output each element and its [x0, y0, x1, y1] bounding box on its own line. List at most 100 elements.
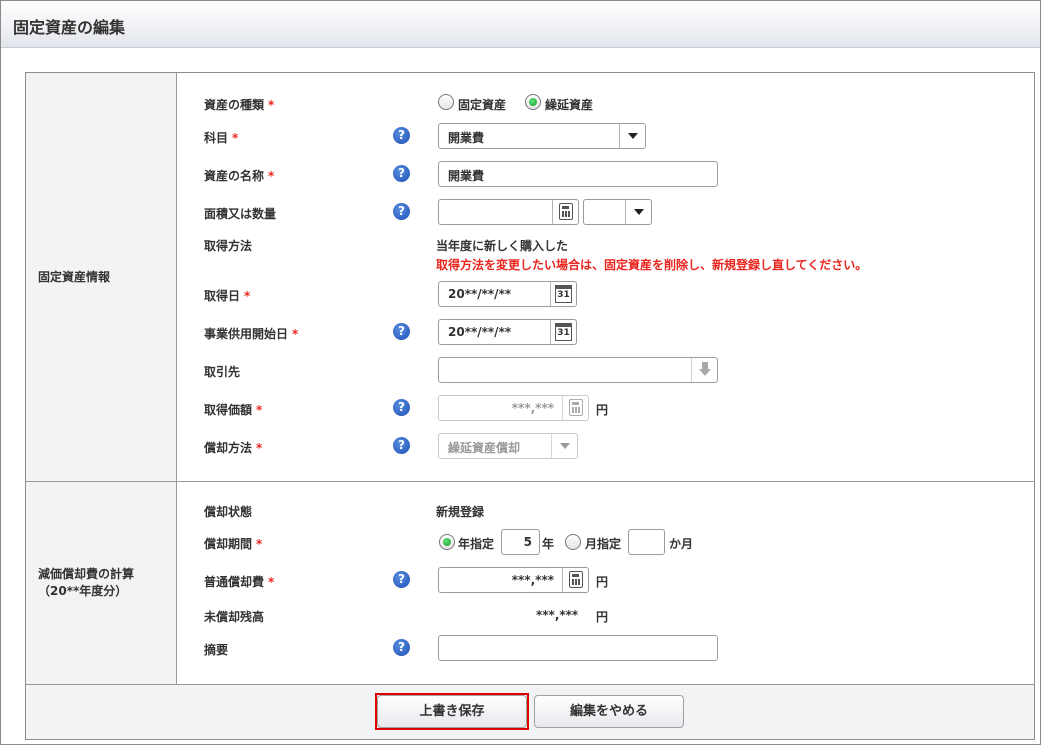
depreciation-method-select[interactable]: 繰延資産償却	[438, 433, 578, 459]
service-start-date-label: 事業供用開始日 *	[204, 327, 299, 341]
depreciation-method-dropdown-button[interactable]	[551, 434, 577, 458]
chevron-down-icon	[634, 209, 644, 215]
depreciation-section-label-line2: （20**年度分）	[38, 584, 128, 598]
acquisition-method-label: 取得方法	[204, 239, 253, 253]
radio-fixed-asset[interactable]	[438, 94, 454, 110]
years-input-value: 5	[523, 535, 532, 549]
section-divider	[26, 481, 1034, 482]
required-mark: *	[244, 289, 251, 303]
years-unit: 年	[542, 537, 555, 551]
depreciation-status-label: 償却状態	[204, 505, 253, 519]
acquisition-date-value: 20**/**/**	[448, 287, 512, 301]
supplier-label: 取引先	[204, 365, 241, 379]
acquisition-price-unit: 円	[596, 403, 609, 417]
service-start-date-calendar-button[interactable]: 31	[550, 320, 576, 344]
undepreciated-balance-label: 未償却残高	[204, 610, 265, 624]
calculator-icon	[559, 203, 573, 220]
save-button[interactable]: 上書き保存	[377, 695, 527, 728]
required-mark: *	[292, 327, 299, 341]
radio-fixed-asset-label[interactable]: 固定資産	[458, 96, 506, 113]
asset-name-input-value: 開業費	[448, 169, 485, 183]
summary-help-icon[interactable]: ?	[393, 639, 410, 656]
depreciation-status-value: 新規登録	[436, 505, 485, 519]
chevron-down-icon	[560, 443, 570, 449]
depreciation-method-label: 償却方法 *	[204, 441, 263, 455]
required-mark: *	[268, 98, 275, 112]
years-input[interactable]: 5	[501, 529, 540, 555]
undepreciated-balance-unit: 円	[596, 610, 609, 624]
depreciation-method-help-icon[interactable]: ?	[393, 437, 410, 454]
ordinary-depreciation-value: ***,***	[511, 573, 554, 587]
acquisition-date-calendar-button[interactable]: 31	[550, 282, 576, 306]
asset-name-label: 資産の名称 *	[204, 169, 275, 183]
calculator-icon	[569, 571, 583, 588]
button-area: 上書き保存 編集をやめる	[26, 685, 1034, 739]
acquisition-price-input[interactable]: ***,***	[438, 395, 589, 421]
cancel-edit-button[interactable]: 編集をやめる	[534, 695, 684, 728]
area-quantity-input[interactable]	[438, 199, 579, 225]
account-select-value: 開業費	[448, 131, 485, 145]
required-mark: *	[256, 403, 263, 417]
radio-deferred-asset-label[interactable]: 繰延資産	[545, 96, 593, 113]
calendar-icon: 31	[555, 323, 572, 341]
depreciation-method-value: 繰延資産償却	[448, 441, 521, 455]
asset-info-section-label: 固定資産情報	[38, 270, 111, 284]
acquisition-date-input[interactable]: 20**/**/** 31	[438, 281, 577, 307]
supplier-select-button[interactable]	[691, 358, 717, 382]
depreciation-period-label: 償却期間 *	[204, 537, 263, 551]
acquisition-price-calculator-button[interactable]	[562, 396, 588, 420]
service-start-date-input[interactable]: 20**/**/** 31	[438, 319, 577, 345]
service-start-date-help-icon[interactable]: ?	[393, 323, 410, 340]
ordinary-depreciation-help-icon[interactable]: ?	[393, 571, 410, 588]
title-bar: 固定資産の編集	[1, 1, 1040, 48]
depreciation-section-label: 減価償却費の計算 （20**年度分）	[38, 566, 134, 600]
undepreciated-balance-value: ***,***	[536, 608, 579, 622]
radio-month-specified-label[interactable]: 月指定	[585, 535, 621, 552]
calculator-icon	[569, 399, 583, 416]
radio-deferred-asset[interactable]	[525, 94, 541, 110]
acquisition-price-value: ***,***	[511, 401, 554, 415]
summary-label: 摘要	[204, 643, 229, 657]
depreciation-section-label-line1: 減価償却費の計算	[38, 567, 135, 581]
ordinary-depreciation-label: 普通償却費 *	[204, 575, 275, 589]
area-quantity-calculator-button[interactable]	[552, 200, 578, 224]
account-dropdown-button[interactable]	[619, 124, 645, 148]
asset-type-label: 資産の種類 *	[204, 98, 275, 112]
summary-input[interactable]	[438, 635, 718, 661]
ordinary-depreciation-calculator-button[interactable]	[562, 568, 588, 592]
depreciation-section-cell: 減価償却費の計算 （20**年度分）	[26, 482, 177, 684]
acquisition-method-value: 当年度に新しく購入した	[436, 239, 569, 253]
acquisition-date-label: 取得日 *	[204, 289, 251, 303]
asset-name-help-icon[interactable]: ?	[393, 165, 410, 182]
radio-month-specified[interactable]	[565, 534, 581, 550]
area-quantity-label: 面積又は数量	[204, 207, 277, 221]
ordinary-depreciation-input[interactable]: ***,***	[438, 567, 589, 593]
page-title: 固定資産の編集	[13, 18, 126, 37]
acquisition-method-warning: 取得方法を変更したい場合は、固定資産を削除し、新規登録し直してください。	[436, 258, 868, 272]
account-label: 科目 *	[204, 131, 239, 145]
required-mark: *	[256, 441, 263, 455]
calendar-icon: 31	[555, 285, 572, 303]
months-unit: か月	[669, 537, 694, 551]
account-select[interactable]: 開業費	[438, 123, 646, 149]
asset-info-section-cell: 固定資産情報	[26, 73, 177, 481]
months-input[interactable]	[628, 529, 665, 555]
required-mark: *	[268, 575, 275, 589]
account-help-icon[interactable]: ?	[393, 127, 410, 144]
supplier-input[interactable]	[438, 357, 718, 383]
acquisition-price-help-icon[interactable]: ?	[393, 399, 410, 416]
radio-year-specified[interactable]	[439, 534, 455, 550]
down-arrow-icon	[699, 362, 711, 376]
radio-year-specified-label[interactable]: 年指定	[458, 535, 494, 552]
acquisition-price-label: 取得価額 *	[204, 403, 263, 417]
required-mark: *	[268, 169, 275, 183]
unit-dropdown-button[interactable]	[625, 200, 651, 224]
area-quantity-help-icon[interactable]: ?	[393, 203, 410, 220]
unit-select[interactable]	[583, 199, 652, 225]
required-mark: *	[232, 131, 239, 145]
service-start-date-value: 20**/**/**	[448, 325, 512, 339]
edit-form: 固定資産情報 減価償却費の計算 （20**年度分） 資産の種類 * 固定資産 繰延…	[25, 72, 1035, 740]
ordinary-depreciation-unit: 円	[596, 575, 609, 589]
chevron-down-icon	[628, 133, 638, 139]
asset-name-input[interactable]: 開業費	[438, 161, 718, 187]
